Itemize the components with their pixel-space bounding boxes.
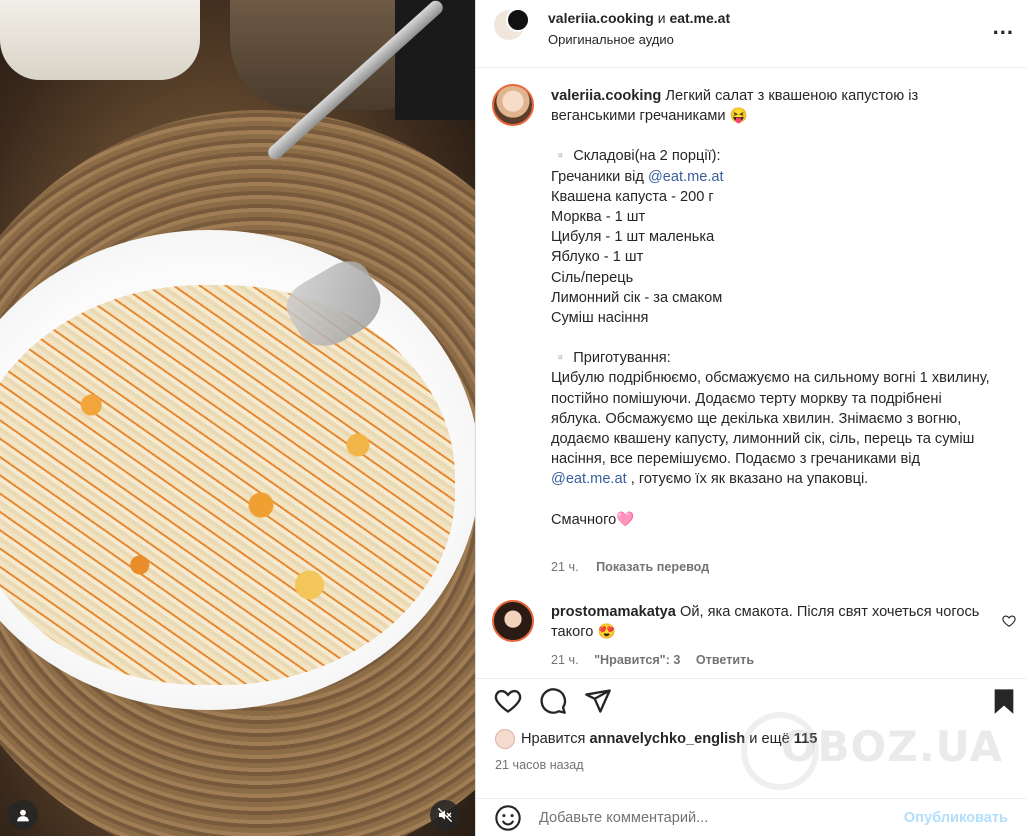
watermark-text: OBOZ.UA — [780, 722, 1003, 771]
ingredients-heading: ▫️ Складові(на 2 порції): — [551, 148, 721, 165]
method-text: Цибулю подрібнюємо, обсмажуємо на сильно… — [551, 370, 990, 468]
post-header: valeriia.cooking и eat.me.at Оригинально… — [476, 0, 1027, 68]
liker-avatar — [495, 729, 515, 749]
post-media[interactable] — [0, 0, 475, 836]
comment-like-icon[interactable] — [1002, 614, 1016, 628]
author-joiner: и — [657, 10, 666, 26]
user-tag-button[interactable] — [8, 800, 38, 830]
comment-text: prostomamakatya Ой, яка смакота. Після с… — [551, 602, 981, 642]
audio-link[interactable]: Оригинальное аудио — [548, 32, 674, 47]
caption-closing: Смачного🩷 — [551, 511, 635, 528]
caption-meta: 21 ч. Показать перевод — [551, 560, 709, 574]
translate-button[interactable]: Показать перевод — [596, 560, 709, 574]
more-options-button[interactable]: ... — [993, 14, 1014, 40]
background-shadow — [395, 0, 475, 120]
bookmark-icon[interactable] — [990, 687, 1018, 715]
author-link[interactable]: valeriia.cooking — [548, 10, 654, 26]
ingredient-item: Квашена капуста - 200 г — [551, 188, 714, 205]
mute-button[interactable] — [430, 800, 460, 830]
likes-prefix: Нравится — [521, 731, 586, 747]
comment-username[interactable]: prostomamakatya — [551, 604, 676, 620]
method-heading: ▫️ Приготування: — [551, 350, 671, 367]
sauerkraut-salad — [0, 285, 455, 685]
caption-username[interactable]: valeriia.cooking — [551, 88, 661, 104]
emoji-icon[interactable] — [494, 804, 522, 832]
method-text-end: , готуємо їх як вказано на упаковці. — [630, 471, 869, 488]
ingredient-item: Лимонний сік - за смаком — [551, 289, 723, 306]
caption-text: valeriia.cooking Легкий салат з квашеною… — [551, 86, 991, 530]
post-time[interactable]: 21 часов назад — [495, 758, 584, 772]
ingredient-prefix: Гречаники від — [551, 168, 644, 185]
reply-button[interactable]: Ответить — [696, 653, 754, 667]
comment-likes[interactable]: "Нравится": 3 — [594, 653, 680, 667]
author-names: valeriia.cooking и eat.me.at — [548, 10, 730, 26]
ingredient-item: Морква - 1 шт — [551, 209, 646, 226]
comment-avatar[interactable] — [492, 600, 534, 642]
user-tag-icon — [17, 809, 29, 822]
ingredient-item: Сіль/перець — [551, 269, 634, 286]
liker-username[interactable]: annavelychko_english — [589, 731, 745, 747]
mention-link[interactable]: @eat.me.at — [551, 471, 627, 487]
comment-input[interactable]: Добавьте комментарий... — [539, 810, 708, 826]
coauthor-link[interactable]: eat.me.at — [669, 10, 730, 26]
comments-area: valeriia.cooking Легкий салат з квашеною… — [476, 68, 1027, 678]
caption-time[interactable]: 21 ч. — [551, 560, 579, 574]
caption-avatar[interactable] — [492, 84, 534, 126]
comment-time[interactable]: 21 ч. — [551, 653, 579, 667]
publish-button[interactable]: Опубликовать — [904, 810, 1008, 826]
mute-icon — [437, 807, 453, 823]
ingredient-item: Суміш насіння — [551, 310, 649, 327]
mention-link[interactable]: @eat.me.at — [648, 169, 724, 185]
background-pot — [0, 0, 200, 80]
coauthor-avatar[interactable] — [506, 8, 530, 32]
comment-icon[interactable] — [539, 687, 567, 715]
ingredient-item: Цибуля - 1 шт маленька — [551, 229, 715, 246]
post-panel: valeriia.cooking и eat.me.at Оригинально… — [475, 0, 1027, 836]
ingredient-item: Яблуко - 1 шт — [551, 249, 644, 266]
share-icon[interactable] — [584, 687, 612, 715]
comment-meta: 21 ч. "Нравится": 3 Ответить — [551, 653, 766, 667]
comment-composer: Добавьте комментарий... Опубликовать — [476, 798, 1027, 836]
heart-icon[interactable] — [494, 687, 522, 715]
